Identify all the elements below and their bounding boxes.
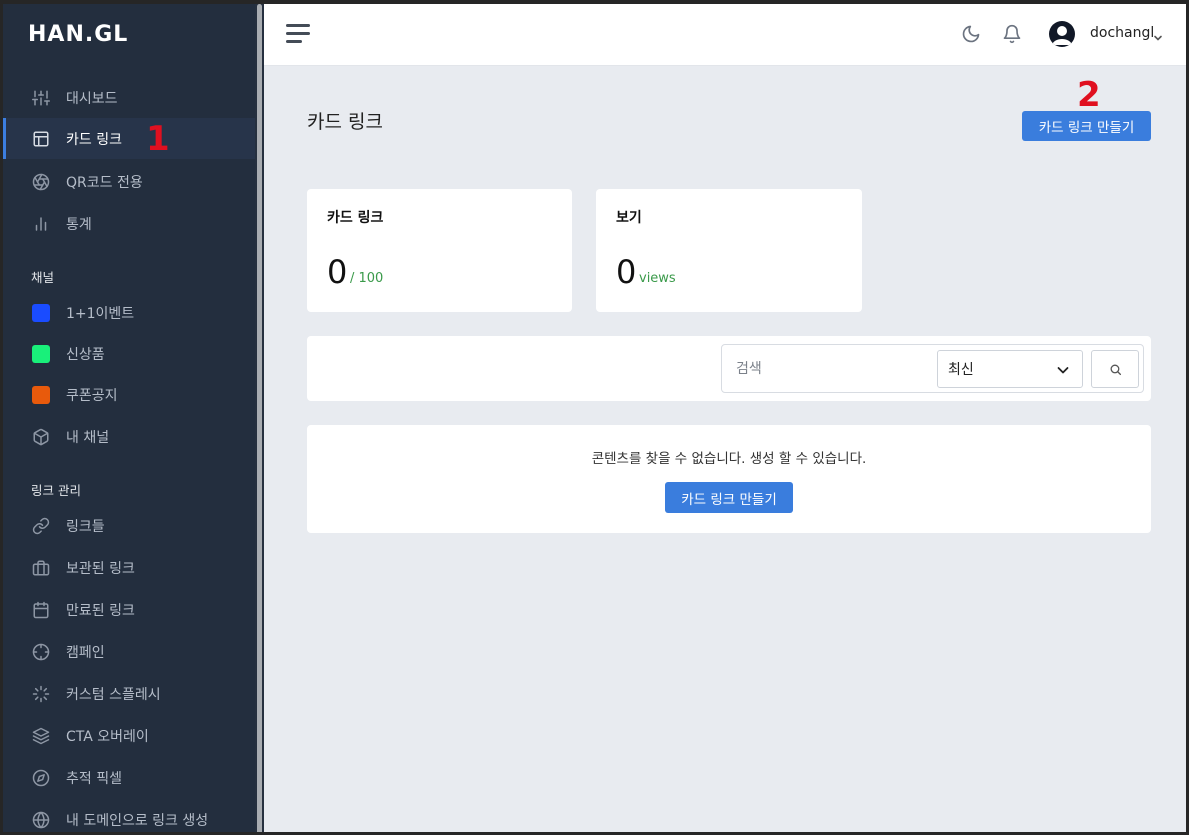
aperture-icon — [32, 173, 50, 191]
sidebar-item-label: 커스텀 스플레시 — [66, 686, 161, 703]
layout-icon — [32, 130, 50, 148]
sidebar-item-label: 통계 — [66, 216, 92, 233]
layers-icon — [32, 727, 50, 745]
channel-color-swatch — [32, 303, 50, 322]
section-title-link-management: 링크 관리 — [31, 483, 81, 498]
annotation-number-1: 1 — [146, 119, 170, 159]
chevron-down-icon — [1056, 363, 1070, 377]
empty-state-create-button[interactable]: 카드 링크 만들기 — [665, 482, 793, 513]
sidebar-item-qr-only[interactable]: QR코드 전용 — [3, 161, 255, 202]
box-icon — [32, 428, 50, 446]
sidebar-item-archived-links[interactable]: 보관된 링크 — [3, 547, 255, 588]
top-bar: dochangl — [264, 4, 1186, 66]
sidebar-item-campaigns[interactable]: 캠페인 — [3, 631, 255, 672]
menu-toggle-icon[interactable] — [286, 24, 312, 44]
globe-icon — [32, 811, 50, 829]
compass-icon — [32, 769, 50, 787]
sidebar-item-label: 링크들 — [66, 518, 105, 535]
bell-icon[interactable] — [1002, 24, 1022, 44]
sidebar-item-label: 대시보드 — [66, 90, 118, 107]
sidebar-item-label: 1+1이벤트 — [66, 305, 135, 322]
sidebar-item-my-channels[interactable]: 내 채널 — [3, 416, 255, 457]
stat-title: 보기 — [616, 210, 642, 226]
sidebar-item-label: 신상품 — [66, 346, 105, 363]
sidebar-item-tracking-pixels[interactable]: 추적 픽셀 — [3, 757, 255, 798]
logo[interactable]: HAN.GL — [28, 22, 128, 47]
sidebar-item-custom-splash[interactable]: 커스텀 스플레시 — [3, 673, 255, 714]
sidebar-item-label: 카드 링크 — [66, 131, 122, 148]
stat-card-views: 보기 0 views — [596, 189, 862, 312]
sort-select[interactable]: 최신 — [937, 350, 1083, 388]
stat-card-links: 카드 링크 0 / 100 — [307, 189, 572, 312]
loader-icon — [32, 685, 50, 703]
sidebar-item-links[interactable]: 링크들 — [3, 505, 255, 546]
username[interactable]: dochangl — [1090, 25, 1154, 41]
stat-value: 0 — [616, 253, 637, 291]
sidebar-item-stats[interactable]: 통계 — [3, 203, 255, 244]
sidebar-item-channel-coupon[interactable]: 쿠폰공지 — [3, 374, 255, 415]
sidebar-item-dashboard[interactable]: 대시보드 — [3, 77, 255, 118]
sidebar-scrollbar-thumb[interactable] — [257, 4, 262, 832]
sidebar-item-label: 보관된 링크 — [66, 560, 135, 577]
sidebar-item-label: 캠페인 — [66, 644, 105, 661]
search-icon — [1110, 364, 1121, 375]
page-title: 카드 링크 — [307, 111, 383, 133]
avatar[interactable] — [1049, 21, 1075, 47]
sidebar-item-label: 쿠폰공지 — [66, 387, 118, 404]
section-title-channels: 채널 — [31, 270, 55, 285]
sidebar-item-label: CTA 오버레이 — [66, 728, 149, 745]
sidebar-item-expired-links[interactable]: 만료된 링크 — [3, 589, 255, 630]
sidebar-item-label: 내 채널 — [66, 429, 110, 446]
sliders-icon — [32, 89, 50, 107]
sidebar-item-card-link[interactable]: 카드 링크 — [3, 118, 255, 159]
sidebar-item-channel-event[interactable]: 1+1이벤트 — [3, 292, 255, 333]
create-card-link-button[interactable]: 카드 링크 만들기 — [1022, 111, 1151, 141]
sidebar-item-label: 추적 픽셀 — [66, 770, 122, 787]
link-icon — [32, 517, 50, 535]
bar-chart-icon — [32, 215, 50, 233]
crosshair-icon — [32, 643, 50, 661]
sort-select-value: 최신 — [948, 362, 974, 378]
sidebar-item-label: 내 도메인으로 링크 생성 — [66, 812, 209, 829]
sidebar-item-custom-domain[interactable]: 내 도메인으로 링크 생성 — [3, 799, 255, 832]
sidebar-item-label: QR코드 전용 — [66, 174, 143, 191]
app-window: HAN.GL 대시보드 카드 링크 QR코드 전용 통계 채널 1+1이벤트 신… — [0, 0, 1189, 835]
briefcase-icon — [32, 559, 50, 577]
search-group: 최신 — [721, 344, 1144, 393]
calendar-icon — [32, 601, 50, 619]
sidebar-item-cta-overlay[interactable]: CTA 오버레이 — [3, 715, 255, 756]
stat-unit: views — [639, 271, 676, 286]
search-input[interactable] — [722, 345, 934, 392]
stat-value: 0 — [327, 253, 348, 291]
channel-color-swatch — [32, 385, 50, 404]
chevron-down-icon[interactable] — [1153, 28, 1163, 41]
channel-color-swatch — [32, 344, 50, 363]
sidebar-item-channel-new-product[interactable]: 신상품 — [3, 333, 255, 374]
stat-limit: / 100 — [350, 271, 384, 286]
empty-state-message: 콘텐츠를 찾을 수 없습니다. 생성 할 수 있습니다. — [591, 451, 867, 467]
sidebar: HAN.GL 대시보드 카드 링크 QR코드 전용 통계 채널 1+1이벤트 신… — [3, 4, 255, 832]
dark-mode-icon[interactable] — [961, 24, 981, 44]
annotation-number-2: 2 — [1077, 75, 1101, 115]
stat-title: 카드 링크 — [327, 210, 384, 226]
search-button[interactable] — [1091, 350, 1139, 388]
empty-state-card: 콘텐츠를 찾을 수 없습니다. 생성 할 수 있습니다. 카드 링크 만들기 — [307, 425, 1151, 533]
sidebar-item-label: 만료된 링크 — [66, 602, 135, 619]
